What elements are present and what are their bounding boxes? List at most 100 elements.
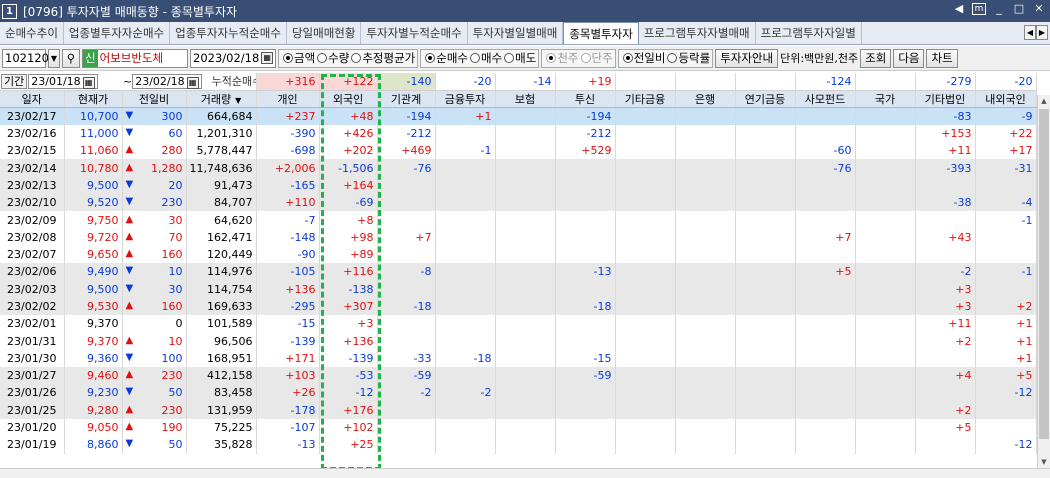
left-arrow-icon[interactable]: ◀: [952, 2, 966, 15]
table-row[interactable]: 23/01/31 9,370 ▲ 10 96,506 -139 +136 +2 +1: [0, 332, 1037, 350]
column-header[interactable]: 연기금등: [735, 90, 796, 109]
table-cell: [615, 418, 676, 437]
tab-8[interactable]: 프로그램투자자별매매: [638, 22, 756, 44]
calendar-icon[interactable]: ▦: [186, 77, 199, 90]
table-row[interactable]: 23/02/17 10,700 ▼ 300 664,684 +237 +48 -194 +1 -1…: [0, 107, 1037, 125]
radio-change-rate[interactable]: [667, 53, 678, 63]
table-row[interactable]: 23/02/02 9,530 ▲ 160 169,633 -295 +307 -18 -18 +3…: [0, 297, 1037, 316]
table-row[interactable]: 23/01/30 9,360 ▼ 100 168,951 +171 -139 -33 -18 -1…: [0, 349, 1037, 368]
tab-4[interactable]: 당일매매현황: [286, 22, 362, 44]
column-header[interactable]: 은행: [675, 90, 736, 109]
scroll-down-icon[interactable]: ▼: [1038, 456, 1050, 468]
table-row[interactable]: 23/01/25 9,280 ▲ 230 131,959 -178 +176 +2: [0, 401, 1037, 419]
menu-icon[interactable]: m: [972, 2, 986, 15]
radio-thousand-shares[interactable]: [546, 53, 557, 63]
table-row[interactable]: 23/02/10 9,520 ▼ 230 84,707 +110 -69 -38 -4: [0, 194, 1037, 212]
tab-3[interactable]: 업종투자자누적순매수: [170, 22, 287, 44]
table-cell: [377, 194, 436, 212]
tab-next-icon[interactable]: ▶: [1036, 25, 1048, 40]
column-header[interactable]: 일자: [0, 90, 65, 109]
search-icon[interactable]: ⚲: [62, 48, 80, 68]
scroll-thumb[interactable]: [1039, 109, 1049, 439]
table-row[interactable]: 23/02/07 9,650 ▲ 160 120,449 -90 +89: [0, 245, 1037, 264]
radio-avg-price[interactable]: [351, 53, 362, 63]
column-header[interactable]: 기타금융: [615, 90, 676, 109]
chevron-down-icon[interactable]: ▼: [48, 48, 60, 68]
table-row[interactable]: 23/01/26 9,230 ▼ 50 83,458 +26 -12 -2 -2 -12: [0, 384, 1037, 402]
scroll-up-icon[interactable]: ▲: [1038, 95, 1050, 107]
column-header[interactable]: 거래량 ▼: [186, 90, 257, 109]
table-row[interactable]: 23/02/09 9,750 ▲ 30 64,620 -7 +8 -1: [0, 211, 1037, 229]
column-header[interactable]: 내외국인: [975, 90, 1037, 109]
table-cell: [495, 418, 556, 437]
minimize-icon[interactable]: _: [992, 2, 1006, 15]
table-row[interactable]: 23/01/20 9,050 ▲ 190 75,225 -107 +102 +5: [0, 418, 1037, 437]
radio-amount[interactable]: [283, 53, 293, 63]
table-cell: -1: [435, 142, 496, 160]
table-cell: 23/01/31: [0, 332, 65, 350]
table-cell: [495, 228, 556, 246]
tab-9[interactable]: 프로그램투자자일별: [755, 22, 862, 44]
vertical-scrollbar[interactable]: ▲ ▼: [1037, 95, 1050, 468]
table-row[interactable]: 23/02/06 9,490 ▼ 10 114,976 -105 +116 -8 -13 +5 -2…: [0, 263, 1037, 281]
column-header[interactable]: 현재가: [64, 90, 123, 109]
radio-buy[interactable]: [470, 53, 480, 63]
column-header[interactable]: 사모펀드: [795, 90, 856, 109]
table-cell: [915, 211, 976, 229]
column-header[interactable]: 전일비: [122, 90, 187, 109]
close-icon[interactable]: ✕: [1032, 2, 1046, 15]
investor-guide-button[interactable]: 투자자안내: [715, 48, 779, 68]
tab-7[interactable]: 종목별투자자: [563, 22, 639, 44]
table-row[interactable]: 23/02/13 9,500 ▼ 20 91,473 -165 +164: [0, 176, 1037, 195]
sort-icon[interactable]: ▼: [235, 96, 241, 105]
table-row[interactable]: 23/02/15 11,060 ▲ 280 5,778,447 -698 +202 +469-…: [0, 142, 1037, 160]
column-header[interactable]: 국가: [855, 90, 916, 109]
tab-2[interactable]: 업종별투자자순매수: [63, 22, 171, 44]
table-row[interactable]: 23/02/01 9,370 0 101,589 -15 +3 +11 +1: [0, 315, 1037, 333]
column-header[interactable]: 기타법인: [915, 90, 976, 109]
stock-code-input[interactable]: 102120: [2, 48, 49, 68]
table-cell: 23/02/02: [0, 297, 65, 316]
table-cell: [855, 332, 916, 350]
restore-icon[interactable]: □: [1012, 2, 1026, 15]
table-cell: +529: [555, 142, 616, 160]
calendar-icon[interactable]: ▦: [82, 77, 95, 90]
table-cell: +136: [319, 332, 378, 350]
table-cell: 120,449: [186, 245, 257, 264]
table-cell: -76: [795, 159, 856, 177]
table-row[interactable]: 23/02/14 10,780 ▲ 1,280 11,748,636 +2,006 -1,5…: [0, 159, 1037, 177]
radio-net-buy[interactable]: [425, 53, 436, 63]
table-cell: [615, 194, 676, 212]
radio-prev-day[interactable]: [622, 53, 633, 63]
period-to-input[interactable]: 23/02/18 ▦: [132, 74, 202, 90]
table-cell: [435, 263, 496, 281]
column-header[interactable]: 외국인: [319, 90, 378, 109]
unit-label: 단위:백만원,천주: [780, 52, 859, 65]
radio-quantity[interactable]: [317, 53, 328, 63]
column-header[interactable]: 보험: [495, 90, 556, 109]
column-header[interactable]: 기관계: [377, 90, 436, 109]
search-button[interactable]: 조회: [860, 48, 892, 68]
horizontal-scrollbar[interactable]: [0, 468, 1050, 478]
table-row[interactable]: 23/01/27 9,460 ▲ 230 412,158 +103 -53 -59 -59 +4 +…: [0, 367, 1037, 385]
column-header[interactable]: 개인: [256, 90, 320, 109]
table-row[interactable]: 23/02/08 9,720 ▲ 70 162,471 -148 +98 +7 +7 +43: [0, 228, 1037, 246]
investor-grid: 기간23/01/18▦~23/02/18▦누적순매수+316+122-140-2…: [0, 73, 1050, 478]
date-input[interactable]: 2023/02/18 ▦: [190, 48, 276, 68]
column-header[interactable]: 투신: [555, 90, 616, 109]
radio-single-shares[interactable]: [580, 53, 591, 63]
tab-1[interactable]: 순매수추이: [0, 22, 64, 44]
tab-5[interactable]: 투자자별누적순매수: [361, 22, 468, 44]
next-button[interactable]: 다음: [893, 48, 925, 68]
calendar-icon[interactable]: ▦: [261, 52, 273, 64]
period-from-input[interactable]: 23/01/18 ▦: [28, 74, 98, 90]
column-header[interactable]: 금융투자: [435, 90, 496, 109]
tab-6[interactable]: 투자자별일별매매: [467, 22, 564, 44]
chart-button[interactable]: 차트: [926, 48, 958, 68]
table-row[interactable]: 23/02/16 11,000 ▼ 60 1,201,310 -390 +426 -212 -2…: [0, 124, 1037, 143]
radio-sell[interactable]: [504, 53, 515, 63]
stock-name-field[interactable]: 신 어보브반도체: [82, 48, 188, 68]
tab-prev-icon[interactable]: ◀: [1024, 25, 1036, 40]
table-row[interactable]: 23/02/03 9,500 ▼ 30 114,754 +136 -138 +3: [0, 280, 1037, 298]
table-row[interactable]: 23/01/19 8,860 ▼ 50 35,828 -13 +25 -12: [0, 436, 1037, 454]
